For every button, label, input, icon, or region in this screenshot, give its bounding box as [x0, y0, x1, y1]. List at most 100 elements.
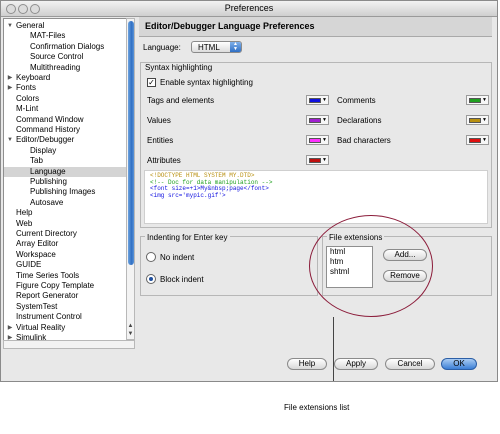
tree-item[interactable]: Language — [4, 166, 126, 177]
tree-item[interactable]: Colors — [4, 94, 126, 104]
tree-item-label: Display — [30, 145, 57, 155]
title-bar: Preferences — [1, 1, 497, 17]
tree-item-label: Editor/Debugger — [16, 135, 75, 145]
color-chip — [309, 98, 321, 103]
tree-item[interactable]: ▶ Keyboard — [4, 73, 126, 83]
no-indent-radio[interactable] — [146, 252, 156, 262]
panel-header: Editor/Debugger Language Preferences — [139, 17, 492, 37]
color-chip — [309, 158, 321, 163]
language-select[interactable]: HTML ▲ ▼ — [191, 41, 242, 53]
tree-vertical-scrollbar[interactable]: ▲ ▼ — [126, 18, 135, 340]
tree-item-label: Help — [16, 208, 33, 218]
tree-item[interactable]: ▶ Virtual Reality — [4, 323, 126, 333]
color-picker-button[interactable]: ▼ — [306, 115, 329, 125]
tree-item[interactable]: Multithreading — [4, 63, 126, 73]
tree-item-label: Time Series Tools — [16, 270, 80, 280]
apply-button[interactable]: Apply — [334, 358, 378, 370]
callout-caption: File extensions list — [284, 403, 350, 412]
syntax-color-label: Values — [147, 116, 171, 125]
tree-item[interactable]: Help — [4, 208, 126, 218]
tree-item[interactable]: M-Lint — [4, 104, 126, 114]
syntax-color-label: Comments — [337, 96, 376, 105]
tree-item-label: Virtual Reality — [16, 322, 66, 332]
chevron-down-icon: ▼ — [482, 137, 487, 143]
sample-code-line: <img src='mypic.gif'> — [150, 191, 226, 199]
tree-item[interactable]: Instrument Control — [4, 312, 126, 322]
language-select-value: HTML — [198, 43, 220, 52]
tree-item[interactable]: Report Generator — [4, 291, 126, 301]
syntax-color-label: Tags and elements — [147, 96, 215, 105]
tree-item-label: Colors — [16, 93, 40, 103]
tree-item-label: Publishing Images — [30, 187, 96, 197]
tree-item[interactable]: Command Window — [4, 115, 126, 125]
tree-item-label: General — [16, 21, 45, 30]
no-indent-label: No indent — [160, 253, 195, 262]
tree-item[interactable]: ▶ Fonts — [4, 83, 126, 93]
tree-item[interactable]: ▼ Editor/Debugger — [4, 135, 126, 145]
tree-item-label: MAT-Files — [30, 31, 66, 41]
disclosure-expanded-icon[interactable]: ▼ — [6, 135, 14, 145]
tree-item-label: Publishing — [30, 177, 67, 186]
callout-leader-line — [333, 317, 334, 381]
color-picker-button[interactable]: ▼ — [466, 95, 489, 105]
ok-button[interactable]: OK — [441, 358, 477, 370]
block-indent-label: Block indent — [160, 275, 204, 284]
color-picker-button[interactable]: ▼ — [306, 135, 329, 145]
tree-item-label: Tab — [30, 156, 43, 166]
tree-item[interactable]: Source Control — [4, 52, 126, 62]
chevron-down-icon: ▼ — [482, 97, 487, 103]
tree-item-label: Fonts — [16, 83, 37, 93]
syntax-color-label: Entities — [147, 136, 174, 145]
tree-item[interactable]: Web — [4, 219, 126, 229]
panel-title: Editor/Debugger Language Preferences — [145, 21, 315, 31]
tree-item[interactable]: Figure Copy Template — [4, 281, 126, 291]
scroll-down-arrow-icon[interactable]: ▼ — [127, 331, 134, 339]
tree-item[interactable]: SystemTest — [4, 302, 126, 312]
block-indent-radio[interactable] — [146, 274, 156, 284]
color-picker-button[interactable]: ▼ — [306, 95, 329, 105]
tree-item-label: SystemTest — [16, 301, 58, 311]
disclosure-collapsed-icon[interactable]: ▶ — [6, 323, 14, 333]
syntax-group-title: Syntax highlighting — [145, 63, 213, 72]
cancel-button[interactable]: Cancel — [385, 358, 435, 370]
indenting-group-title: Indenting for Enter key — [145, 233, 230, 242]
tree-item-label: Figure Copy Template — [16, 281, 95, 290]
enable-syntax-checkbox[interactable]: ✓ — [147, 78, 156, 87]
chevron-down-icon: ▼ — [322, 157, 327, 163]
tree-item-label: Source Control — [30, 52, 84, 62]
indenting-group — [140, 236, 318, 296]
tree-item[interactable]: Autosave — [4, 198, 126, 208]
tree-item[interactable]: Command History — [4, 125, 126, 135]
tree-item[interactable]: Publishing Images — [4, 187, 126, 197]
tree-scroll-thumb[interactable] — [128, 21, 134, 265]
tree-item[interactable]: Tab — [4, 156, 126, 166]
disclosure-collapsed-icon[interactable]: ▶ — [6, 83, 14, 93]
disclosure-collapsed-icon[interactable]: ▶ — [6, 73, 14, 83]
help-button[interactable]: Help — [287, 358, 327, 370]
tree-item[interactable]: Display — [4, 146, 126, 156]
tree-item[interactable]: Time Series Tools — [4, 271, 126, 281]
tree-item[interactable]: Confirmation Dialogs — [4, 42, 126, 52]
tree-item[interactable]: GUIDE — [4, 260, 126, 270]
tree-horizontal-scrollbar[interactable] — [3, 340, 135, 349]
window-title: Preferences — [224, 3, 274, 13]
tree-item[interactable]: Current Directory — [4, 229, 126, 239]
tree-item[interactable]: Workspace — [4, 250, 126, 260]
color-picker-button[interactable]: ▼ — [306, 155, 329, 165]
syntax-sample-preview: <!DOCTYPE HTML SYSTEM MY.DTD> <!-- Doc fo… — [144, 170, 488, 224]
syntax-color-label: Attributes — [147, 156, 181, 165]
tree-item-label: Current Directory — [16, 229, 77, 238]
tree-item[interactable]: Publishing — [4, 177, 126, 187]
color-picker-button[interactable]: ▼ — [466, 135, 489, 145]
disclosure-expanded-icon[interactable]: ▼ — [6, 21, 14, 31]
tree-item-label: M-Lint — [16, 104, 39, 114]
tree-item[interactable]: ▼ General — [4, 21, 126, 31]
tree-item-label: Confirmation Dialogs — [30, 41, 105, 51]
tree-item[interactable]: Array Editor — [4, 239, 126, 249]
tree-item[interactable]: MAT-Files — [4, 31, 126, 41]
language-label: Language: — [143, 43, 181, 52]
tree-item-label: Report Generator — [16, 291, 79, 301]
chevron-down-icon: ▼ — [322, 137, 327, 143]
color-picker-button[interactable]: ▼ — [466, 115, 489, 125]
scroll-up-arrow-icon[interactable]: ▲ — [127, 323, 134, 331]
